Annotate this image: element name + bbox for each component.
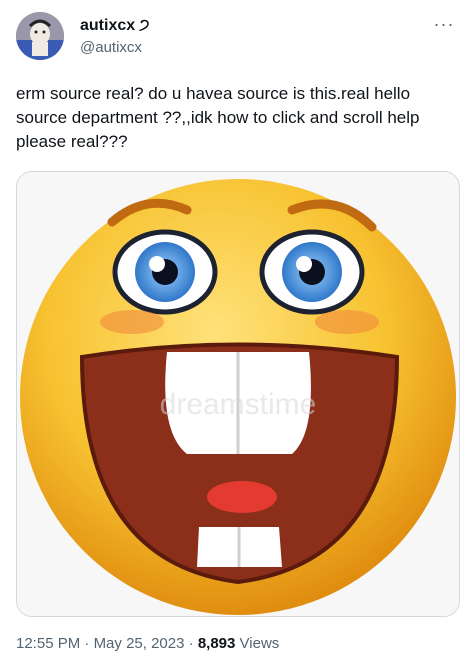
smiley-face-icon: dreamstime (17, 172, 459, 616)
tweet-media-image[interactable]: dreamstime (16, 171, 460, 617)
user-names: autixcx ੭ @autixcx (80, 16, 149, 58)
meta-separator: · (184, 635, 198, 652)
name-emoji-icon: ੭ (139, 17, 150, 34)
display-name-text[interactable]: autixcx (80, 16, 135, 36)
tweet-text: erm source real? do u havea source is th… (16, 84, 420, 151)
tweet-date[interactable]: May 25, 2023 (94, 635, 185, 652)
more-options-icon[interactable]: ··· (430, 12, 458, 36)
tweet-header: autixcx ੭ @autixcx ··· (16, 12, 458, 68)
views-count: 8,893 (197, 635, 236, 652)
tweet-time[interactable]: 12:55 PM (16, 635, 80, 652)
views-label: Views (239, 635, 280, 652)
tweet-meta: 12:55 PM · May 25, 2023 · 8,893 Views (16, 634, 279, 654)
avatar[interactable] (16, 12, 64, 60)
display-name[interactable]: autixcx ੭ (80, 16, 149, 36)
meta-separator: · (80, 635, 94, 652)
user-handle[interactable]: @autixcx (80, 38, 149, 58)
watermark-text: dreamstime (160, 388, 317, 421)
